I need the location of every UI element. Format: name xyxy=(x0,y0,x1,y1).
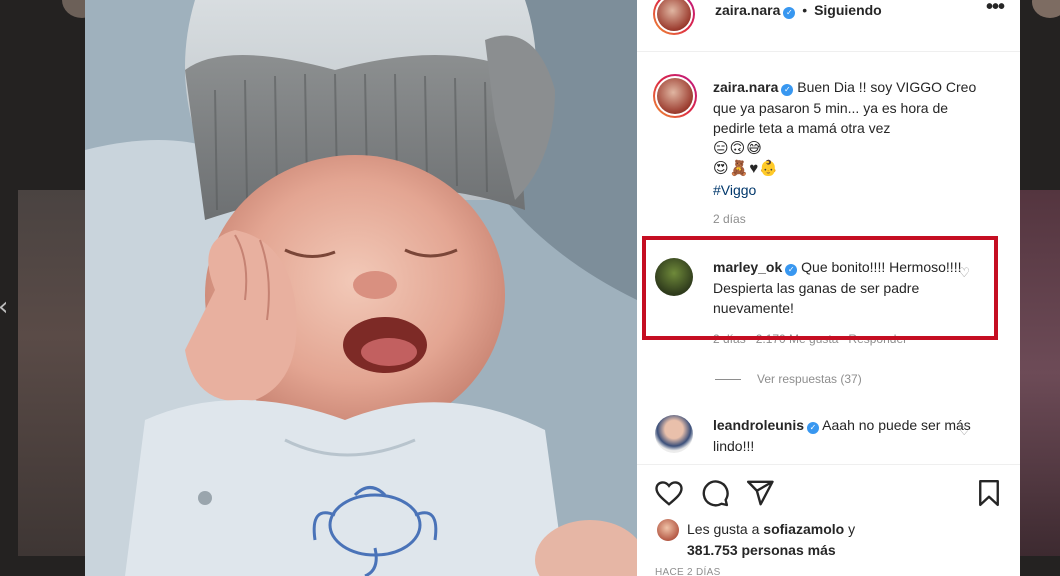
baby-photo-illustration xyxy=(85,0,637,576)
likes-user[interactable]: sofiazamolo xyxy=(763,521,844,537)
liker-avatar[interactable] xyxy=(657,519,679,541)
caption-emojis-2: 😍🧸♥👶 xyxy=(713,160,779,177)
post-side-panel: zaira.nara ✓ • Siguiendo ••• zaira.nara ✓ … xyxy=(637,0,1020,576)
comment-like-heart-icon[interactable]: ♡ xyxy=(958,263,970,284)
verified-icon: ✓ xyxy=(785,264,798,276)
comment-avatar[interactable] xyxy=(655,258,693,296)
comment-author[interactable]: marley_ok xyxy=(713,259,782,275)
comment-avatar[interactable] xyxy=(655,415,693,453)
post-photo[interactable] xyxy=(85,0,637,576)
instagram-post-modal: ‹ xyxy=(0,0,1060,576)
caption-hashtag[interactable]: #Viggo xyxy=(713,180,993,201)
verified-icon: ✓ xyxy=(781,84,794,96)
view-replies[interactable]: Ver respuestas (37) xyxy=(715,372,862,386)
post-date[interactable]: HACE 2 DÍAS xyxy=(655,567,721,576)
comment-body: leandroleunis ✓ Aaah no puede ser más lin… xyxy=(713,415,993,456)
caption-emojis-1: 😑🙃😅 xyxy=(713,139,763,157)
save-icon[interactable] xyxy=(974,478,1004,508)
background-thumbnail-right xyxy=(1020,190,1060,556)
caption-body: zaira.nara ✓ Buen Dia !! soy VIGGO Creo q… xyxy=(713,77,993,230)
likes-prefix: Les gusta a xyxy=(687,521,760,537)
verified-icon: ✓ xyxy=(783,7,796,19)
previous-arrow-icon[interactable]: ‹ xyxy=(0,292,8,322)
author-line: zaira.nara ✓ • Siguiendo xyxy=(715,2,882,19)
likes-conj: y xyxy=(848,521,856,537)
replies-line xyxy=(715,379,741,381)
caption-avatar[interactable] xyxy=(653,74,697,118)
comment-icon[interactable] xyxy=(700,478,730,508)
separator-dot: • xyxy=(802,2,808,18)
caption-author[interactable]: zaira.nara xyxy=(713,79,778,95)
author-avatar[interactable] xyxy=(653,0,695,35)
post-header: zaira.nara ✓ • Siguiendo ••• xyxy=(637,0,1020,52)
comment-like-heart-icon[interactable]: ♡ xyxy=(958,421,970,442)
verified-icon: ✓ xyxy=(807,422,820,434)
caption: zaira.nara ✓ Buen Dia !! soy VIGGO Creo q… xyxy=(653,74,1003,226)
comment-meta: 2 días 2.170 Me gusta Responder xyxy=(713,331,908,346)
more-options-icon[interactable]: ••• xyxy=(986,0,1005,19)
comment-author[interactable]: leandroleunis xyxy=(713,417,804,433)
comment-body: marley_ok ✓ Que bonito!!!! Hermoso!!!! De… xyxy=(713,257,993,349)
follow-button[interactable]: Siguiendo xyxy=(814,2,882,18)
share-icon[interactable] xyxy=(745,478,775,508)
background-thumbnail-left xyxy=(18,190,85,556)
caption-time[interactable]: 2 días xyxy=(713,209,993,230)
heart-icon[interactable] xyxy=(654,478,684,508)
comment-item: marley_ok ✓ Que bonito!!!! Hermoso!!!! De… xyxy=(653,257,1003,346)
comment-item: leandroleunis ✓ Aaah no puede ser más lin… xyxy=(653,415,1003,459)
post-actions: Les gusta a sofiazamolo y 381.753 person… xyxy=(637,464,1020,576)
likes-count[interactable]: 381.753 personas más xyxy=(687,542,836,558)
author-username[interactable]: zaira.nara xyxy=(715,2,780,18)
likes-summary[interactable]: Les gusta a sofiazamolo y 381.753 person… xyxy=(687,519,855,561)
view-replies-label[interactable]: Ver respuestas (37) xyxy=(757,372,862,386)
